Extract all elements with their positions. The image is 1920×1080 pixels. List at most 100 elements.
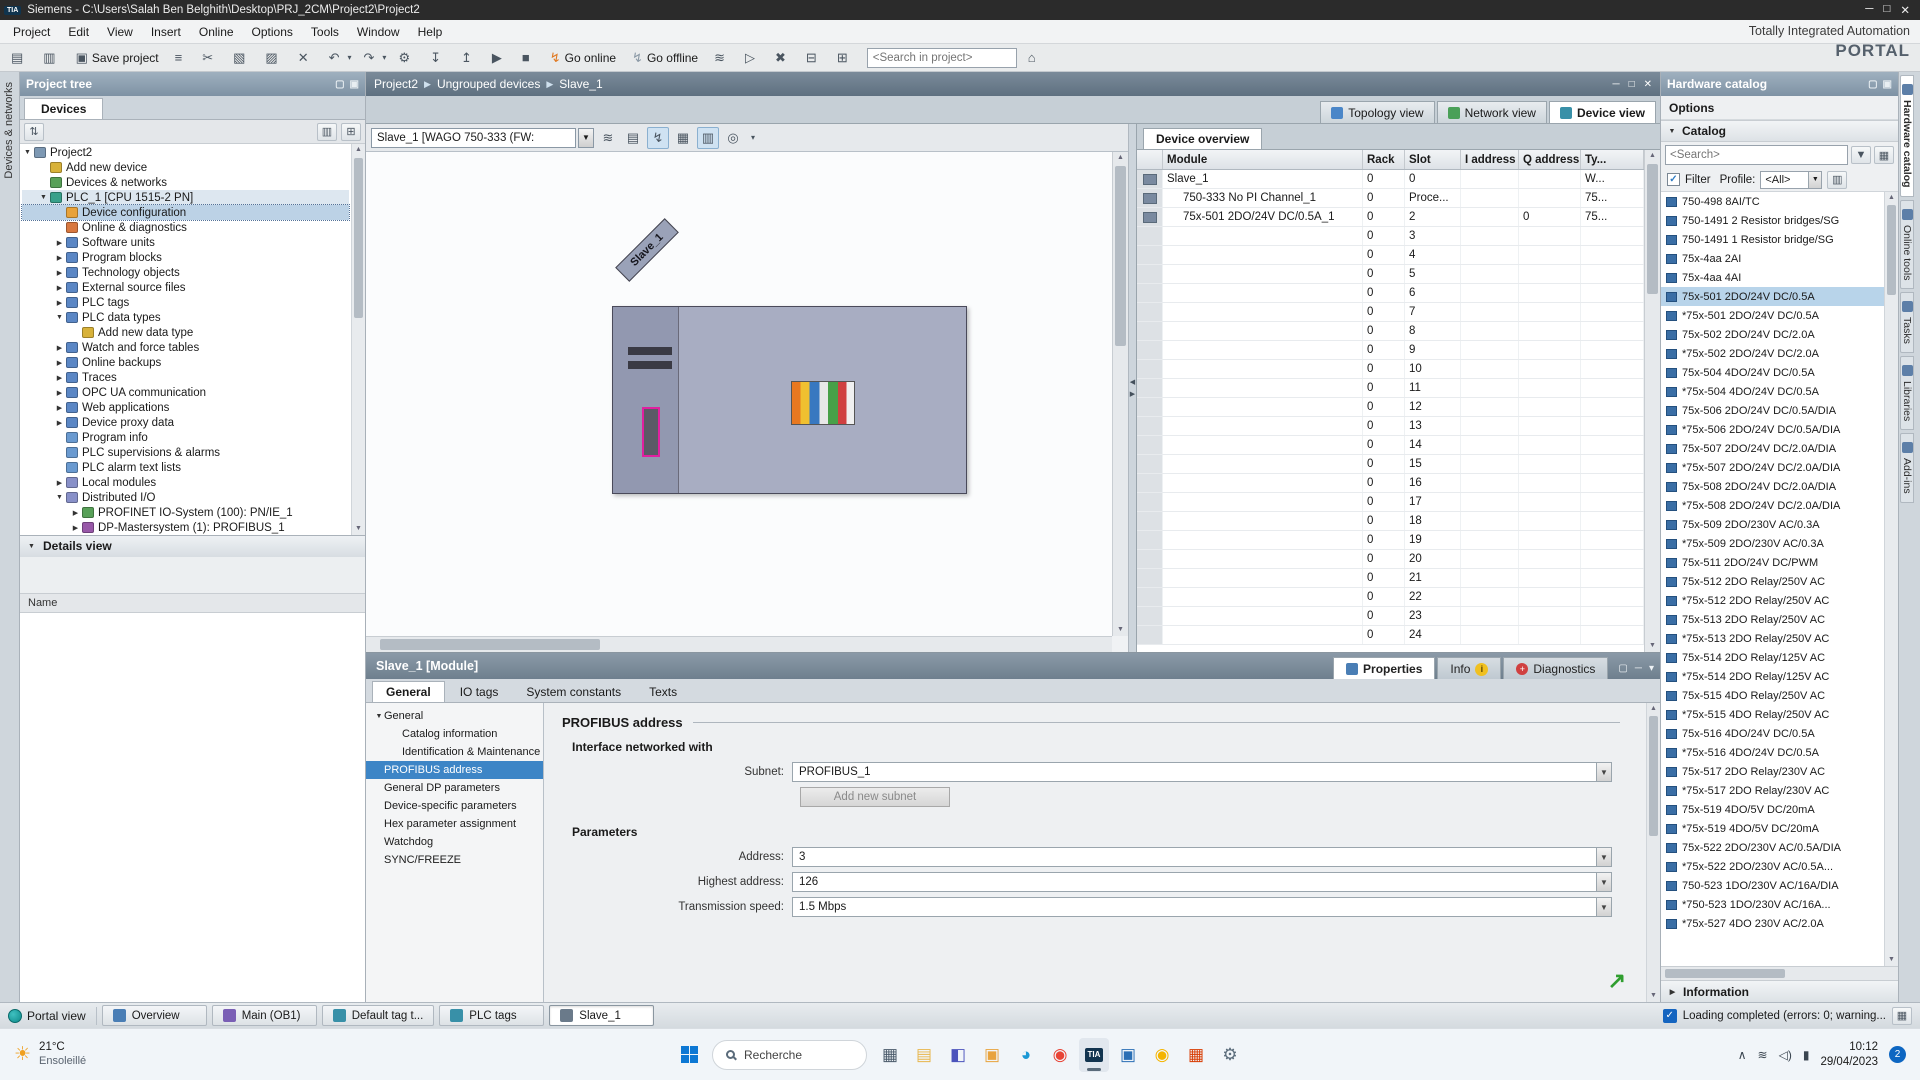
profile-settings-icon[interactable]: ▥ — [1827, 171, 1847, 189]
expander-icon[interactable] — [54, 254, 65, 262]
split-view-icon[interactable]: ▥ — [697, 127, 719, 149]
catalog-item[interactable]: 75x-516 4DO/24V DC/0.5A — [1661, 724, 1884, 743]
minimize-window-icon[interactable]: ─ — [1865, 3, 1873, 17]
catalog-item[interactable]: *75x-512 2DO Relay/250V AC — [1661, 591, 1884, 610]
table-row[interactable]: 0 14 — [1137, 436, 1644, 455]
start-simulation-icon[interactable]: ▷ — [740, 47, 768, 69]
network-overview-icon[interactable]: ≋ — [597, 127, 619, 149]
project-tree-scrollbar[interactable]: ▲ ▼ — [351, 144, 365, 535]
canvas-horizontal-scrollbar[interactable] — [366, 636, 1112, 652]
catalog-item[interactable]: 750-1491 1 Resistor bridge/SG — [1661, 230, 1884, 249]
module-head-section[interactable] — [613, 307, 679, 493]
side-panel-tab[interactable]: Online tools — [1900, 200, 1914, 289]
collapse-right-icon[interactable]: ▶ — [1130, 390, 1135, 398]
column-type[interactable]: Ty... — [1581, 150, 1644, 169]
transmission-speed-dropdown[interactable]: 1.5 Mbps ▼ — [792, 897, 1612, 917]
properties-subtab[interactable]: Texts — [636, 682, 690, 702]
side-panel-tab[interactable]: Hardware catalog — [1900, 75, 1914, 197]
editor-float-icon[interactable]: □ — [1629, 79, 1635, 90]
search-options-icon[interactable]: ▦ — [1874, 146, 1894, 164]
catalog-item[interactable]: 75x-517 2DO Relay/230V AC — [1661, 762, 1884, 781]
tree-item[interactable]: Distributed I/O — [22, 490, 349, 505]
tree-item[interactable]: Add new device — [22, 160, 349, 175]
expander-icon[interactable] — [38, 194, 49, 201]
tab-devices[interactable]: Devices — [24, 98, 103, 119]
expander-icon[interactable] — [54, 479, 65, 487]
save-project-button[interactable]: ▣ Save project — [71, 47, 168, 69]
catalog-item[interactable]: *75x-527 4DO 230V AC/2.0A — [1661, 914, 1884, 933]
catalog-item[interactable]: *75x-513 2DO Relay/250V AC — [1661, 629, 1884, 648]
table-row[interactable]: 0 5 — [1137, 265, 1644, 284]
tree-columns-icon[interactable]: ▥ — [317, 123, 337, 141]
chrome-browser-icon[interactable]: ◉ — [1045, 1038, 1075, 1072]
information-section-header[interactable]: Information — [1661, 980, 1898, 1002]
menu-item[interactable]: View — [98, 21, 142, 43]
catalog-item[interactable]: *75x-508 2DO/24V DC/2.0A/DIA — [1661, 496, 1884, 515]
menu-item[interactable]: Project — [4, 21, 59, 43]
scroll-down-icon[interactable]: ▼ — [1645, 640, 1660, 652]
wifi-icon[interactable]: ≋ — [1758, 1048, 1768, 1062]
scroll-down-icon[interactable]: ▼ — [352, 523, 365, 535]
catalog-item[interactable]: *75x-502 2DO/24V DC/2.0A — [1661, 344, 1884, 363]
catalog-item[interactable]: 75x-511 2DO/24V DC/PWM — [1661, 553, 1884, 572]
table-row[interactable]: 75x-501 2DO/24V DC/0.5A_1 0 2 0 75... — [1137, 208, 1644, 227]
expander-icon[interactable] — [54, 284, 65, 292]
tree-item[interactable]: External source files — [22, 280, 349, 295]
cross-references-icon[interactable]: ✖ — [770, 47, 799, 69]
tia-portal-icon[interactable]: TIA — [1079, 1038, 1109, 1072]
catalog-item[interactable]: *75x-516 4DO/24V DC/0.5A — [1661, 743, 1884, 762]
go-offline-button[interactable]: ↯ Go offline — [627, 47, 707, 69]
catalog-item[interactable]: 750-523 1DO/230V AC/16A/DIA — [1661, 876, 1884, 895]
search-in-project-input[interactable] — [867, 48, 1017, 68]
properties-subtab[interactable]: System constants — [513, 682, 634, 702]
catalog-options-header[interactable]: Options — [1661, 96, 1898, 120]
office-app-icon[interactable]: ▦ — [1181, 1038, 1211, 1072]
tree-item[interactable]: PLC tags — [22, 295, 349, 310]
topology-view-icon[interactable]: Topology view — [1320, 101, 1434, 123]
properties-nav-item[interactable]: Catalog information — [366, 725, 543, 743]
device-canvas[interactable]: Slave_1 — [366, 152, 1112, 636]
module-icon-column-header[interactable] — [1137, 150, 1163, 169]
catalog-item[interactable]: *75x-506 2DO/24V DC/0.5A/DIA — [1661, 420, 1884, 439]
dropdown-caret-icon[interactable]: ▼ — [1808, 172, 1821, 188]
teams-icon[interactable]: ◧ — [943, 1038, 973, 1072]
tray-chevron-icon[interactable]: ∧ — [1738, 1048, 1747, 1062]
tree-item[interactable]: PLC_1 [CPU 1515-2 PN] — [22, 190, 349, 205]
scroll-thumb[interactable] — [1665, 969, 1785, 978]
expander-icon[interactable] — [54, 314, 65, 321]
side-panel-tab[interactable]: Tasks — [1900, 292, 1914, 353]
expander-icon[interactable] — [54, 344, 65, 352]
scroll-thumb[interactable] — [1887, 205, 1896, 295]
scroll-thumb[interactable] — [354, 158, 363, 318]
tree-item[interactable]: Device proxy data — [22, 415, 349, 430]
editor-overview-splitter[interactable]: ◀ ▶ — [1129, 124, 1137, 652]
properties-nav-item[interactable]: General — [366, 707, 543, 725]
table-row[interactable]: 0 19 — [1137, 531, 1644, 550]
catalog-item[interactable]: 75x-4aa 4AI — [1661, 268, 1884, 287]
table-row[interactable]: 0 18 — [1137, 512, 1644, 531]
table-row[interactable]: 0 16 — [1137, 474, 1644, 493]
module-select-dropdown[interactable]: Slave_1 [WAGO 750-333 (FW: — [371, 128, 576, 148]
scroll-up-icon[interactable]: ▲ — [352, 144, 365, 156]
properties-nav-item[interactable]: Watchdog — [366, 833, 543, 851]
properties-float-icon[interactable]: ▢ — [1618, 663, 1627, 674]
table-row[interactable]: 0 11 — [1137, 379, 1644, 398]
tree-item[interactable]: PLC supervisions & alarms — [22, 445, 349, 460]
expander-icon[interactable] — [374, 713, 384, 720]
menu-item[interactable]: Window — [348, 21, 409, 43]
tab-properties[interactable]: Properties — [1333, 657, 1435, 679]
open-project-icon[interactable]: ▥ — [38, 47, 68, 69]
tree-item[interactable]: Online backups — [22, 355, 349, 370]
delete-icon[interactable]: ✕ — [293, 47, 322, 69]
catalog-item[interactable]: 75x-515 4DO Relay/250V AC — [1661, 686, 1884, 705]
editor-minimize-icon[interactable]: ─ — [1612, 79, 1619, 90]
devices-networks-vertical-tab[interactable]: Devices & networks — [3, 82, 15, 179]
expander-icon[interactable] — [54, 359, 65, 367]
catalog-item[interactable]: 75x-509 2DO/230V AC/0.3A — [1661, 515, 1884, 534]
scroll-up-icon[interactable]: ▲ — [1647, 703, 1660, 715]
catalog-item[interactable]: 75x-4aa 2AI — [1661, 249, 1884, 268]
maximize-window-icon[interactable]: □ — [1883, 3, 1890, 17]
scroll-thumb[interactable] — [380, 639, 600, 650]
table-row[interactable]: 0 6 — [1137, 284, 1644, 303]
catalog-search-input[interactable] — [1665, 145, 1848, 165]
